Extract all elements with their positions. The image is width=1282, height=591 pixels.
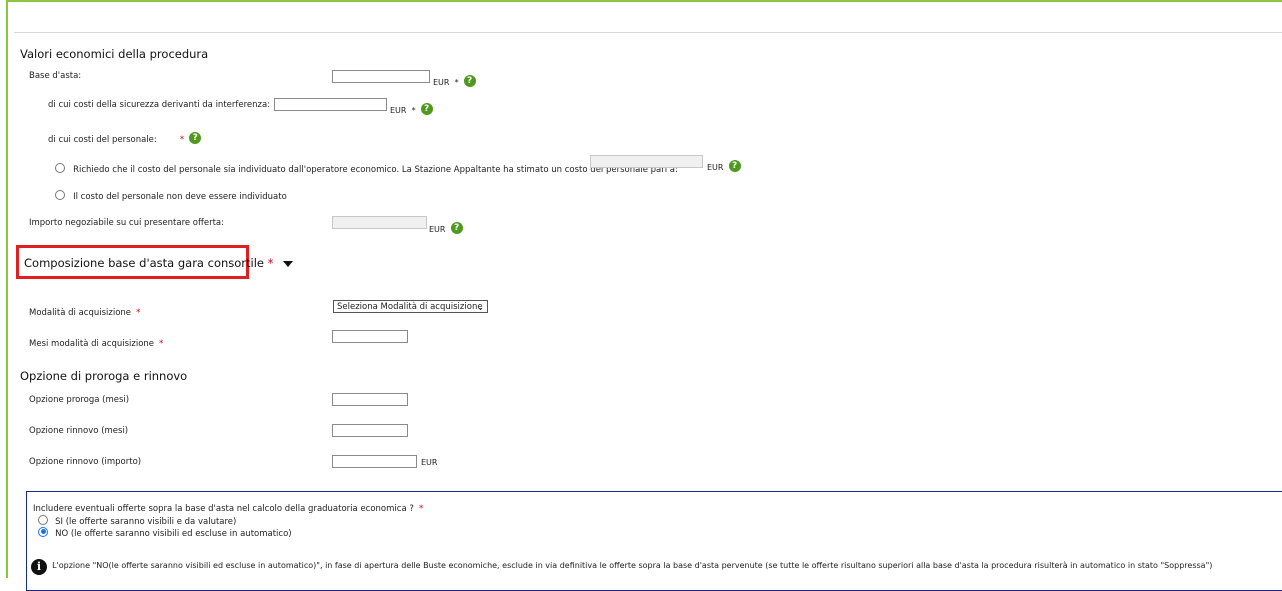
costo-personale-unit: EUR: [707, 163, 724, 172]
base-asta-label: Base d'asta:: [29, 71, 82, 81]
sicurezza-label: di cui costi della sicurezza derivanti d…: [48, 100, 271, 110]
section-title-valori: Valori economici della procedura: [20, 47, 209, 61]
radio-non-individuato-label: Il costo del personale non deve essere i…: [73, 192, 287, 202]
base-asta-unit: EUR: [433, 78, 450, 87]
required-mark: *: [159, 339, 164, 349]
mesi-label: Mesi modalità di acquisizione: [29, 339, 155, 349]
option-no-label: NO (le offerte saranno visibili ed esclu…: [55, 529, 292, 539]
radio-individuato[interactable]: [55, 162, 65, 173]
section-title-proroga: Opzione di proroga e rinnovo: [20, 369, 188, 383]
info-row: i L'opzione "NO(le offerte saranno visib…: [31, 555, 1212, 575]
proroga-input[interactable]: [332, 393, 408, 406]
sicurezza-unit: EUR: [390, 106, 407, 115]
consortile-title: Composizione base d'asta gara consortile: [24, 256, 265, 270]
rinnovo-importo-unit: EUR: [421, 458, 438, 467]
help-icon[interactable]: ?: [420, 102, 433, 115]
rinnovo-importo-label: Opzione rinnovo (importo): [29, 457, 142, 467]
base-asta-suffix: EUR * ?: [433, 70, 476, 89]
radio-non-individuato[interactable]: [55, 189, 65, 200]
negoziabile-label: Importo negoziabile su cui presentare of…: [29, 218, 224, 228]
required-mark: *: [454, 78, 459, 87]
rinnovo-input[interactable]: [332, 424, 408, 437]
sicurezza-suffix: EUR * ?: [390, 98, 433, 117]
sicurezza-input[interactable]: [274, 98, 387, 111]
negoziabile-unit: EUR: [429, 225, 446, 234]
rinnovo-label: Opzione rinnovo (mesi): [29, 426, 129, 436]
chevron-down-icon: ⌄: [477, 303, 484, 312]
modalita-label: Modalità di acquisizione: [29, 308, 132, 318]
required-mark: *: [136, 308, 141, 318]
option-no-row: NO (le offerte saranno visibili ed esclu…: [38, 521, 292, 540]
costo-personale-input[interactable]: [590, 155, 703, 168]
radio-row-individuato: Richiedo che il costo del personale sia …: [55, 157, 678, 176]
info-text: L'opzione "NO(le offerte saranno visibil…: [52, 561, 1213, 570]
required-mark: *: [267, 256, 274, 270]
mesi-row: Mesi modalità di acquisizione *: [29, 331, 163, 350]
negoziabile-input[interactable]: [332, 216, 427, 229]
consortile-header[interactable]: Composizione base d'asta gara consortile…: [24, 256, 294, 270]
required-mark: *: [179, 135, 185, 145]
base-asta-input[interactable]: [332, 70, 430, 83]
mesi-input[interactable]: [332, 330, 408, 343]
modalita-selected-value: Seleziona Modalità di acquisizione: [337, 302, 483, 312]
proroga-label: Opzione proroga (mesi): [29, 395, 130, 405]
personale-row: di cui costi del personale: * ?: [48, 127, 202, 146]
help-icon[interactable]: ?: [728, 159, 741, 172]
info-icon: i: [31, 559, 47, 575]
top-divider: [14, 32, 1282, 33]
caret-down-icon[interactable]: [283, 260, 294, 267]
radio-individuato-label: Richiedo che il costo del personale sia …: [73, 165, 678, 175]
required-mark: *: [411, 106, 416, 115]
personale-label: di cui costi del personale:: [48, 135, 157, 145]
radio-row-non-individuato: Il costo del personale non deve essere i…: [55, 184, 287, 203]
negoziabile-suffix: EUR ?: [429, 217, 463, 236]
modalita-row: Modalità di acquisizione *: [29, 300, 140, 319]
help-icon[interactable]: ?: [463, 74, 476, 87]
help-icon[interactable]: ?: [450, 221, 463, 234]
rinnovo-importo-input[interactable]: [332, 455, 417, 468]
help-icon[interactable]: ?: [189, 131, 202, 144]
costo-personale-suffix: EUR ?: [707, 155, 741, 174]
offerte-box: Includere eventuali offerte sopra la bas…: [26, 491, 1282, 591]
required-mark: *: [418, 504, 424, 514]
modalita-select[interactable]: Seleziona Modalità di acquisizione ⌄: [333, 300, 488, 313]
radio-no[interactable]: [38, 526, 48, 537]
